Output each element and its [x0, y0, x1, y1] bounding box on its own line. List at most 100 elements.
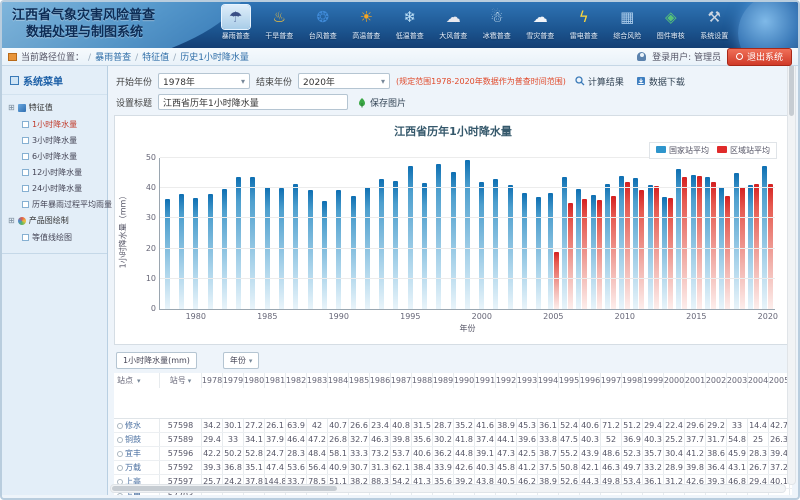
bar-国家站平均-1993[interactable]: [379, 179, 384, 309]
bar-国家站平均-2011[interactable]: [633, 178, 638, 309]
toolbar-item-图件审核[interactable]: ◈图件审核: [649, 5, 693, 41]
toolbar-item-雷电普查[interactable]: ϟ雷电普查: [562, 5, 606, 41]
bar-group-1999: [460, 158, 474, 309]
bar-group-1990: [332, 158, 346, 309]
chart-title-input[interactable]: 江西省历年1小时降水量: [158, 94, 348, 110]
bar-国家站平均-1999[interactable]: [465, 160, 470, 309]
radio-icon[interactable]: [117, 437, 123, 443]
bar-国家站平均-1996[interactable]: [422, 183, 427, 309]
bar-区域站平均-2016[interactable]: [711, 182, 716, 309]
bar-区域站平均-2005[interactable]: [554, 252, 559, 309]
bar-区域站平均-2008[interactable]: [597, 200, 602, 309]
bar-国家站平均-1988[interactable]: [308, 190, 313, 309]
tree-group-产品图绘制[interactable]: ⊞产品图绘制: [8, 212, 105, 229]
toolbar-item-大风普查[interactable]: ☁大风普查: [432, 5, 476, 41]
bar-区域站平均-2015[interactable]: [697, 176, 702, 309]
bar-国家站平均-2005[interactable]: [548, 193, 553, 309]
station-name-cell[interactable]: 万载: [114, 461, 160, 474]
bar-国家站平均-1984[interactable]: [250, 177, 255, 309]
bar-国家站平均-1980[interactable]: [193, 198, 198, 309]
station-name-cell[interactable]: 宜丰: [114, 447, 160, 460]
column-header-id[interactable]: 站号▾: [160, 373, 202, 388]
tree-group-特征值[interactable]: ⊞特征值: [8, 99, 105, 116]
unit-selector[interactable]: 1小时降水量(mm): [116, 352, 197, 369]
start-year-select[interactable]: 1978年: [158, 73, 250, 89]
toolbar-item-系统设置[interactable]: ⚒系统设置: [693, 5, 737, 41]
horizontal-scrollbar-thumb[interactable]: [112, 486, 337, 491]
bar-区域站平均-2019[interactable]: [754, 184, 759, 309]
breadcrumb-link[interactable]: 特征值: [142, 53, 169, 63]
toolbar-item-暴雨普查[interactable]: ☂暴雨普查: [214, 5, 258, 41]
bar-国家站平均-2008[interactable]: [591, 195, 596, 309]
bar-区域站平均-2014[interactable]: [682, 177, 687, 309]
bar-国家站平均-1994[interactable]: [393, 181, 398, 309]
value-cell: 50.8: [559, 461, 580, 474]
bar-国家站平均-2000[interactable]: [479, 182, 484, 309]
bar-区域站平均-2009[interactable]: [611, 196, 616, 309]
bar-国家站平均-1979[interactable]: [179, 194, 184, 309]
station-name-cell[interactable]: 修水: [114, 419, 160, 432]
column-header-year-1978: 1978: [202, 373, 223, 388]
bar-区域站平均-2020[interactable]: [768, 184, 773, 309]
toolbar-item-综合风险[interactable]: ▦综合风险: [606, 5, 650, 41]
sidebar-item-6小时降水量[interactable]: 6小时降水量: [8, 148, 105, 164]
radio-icon[interactable]: [117, 451, 123, 457]
bar-国家站平均-2009[interactable]: [605, 184, 610, 309]
bar-国家站平均-1983[interactable]: [236, 177, 241, 309]
bar-国家站平均-2013[interactable]: [662, 197, 667, 309]
data-download-button[interactable]: 数据下载: [633, 74, 688, 89]
bar-国家站平均-2007[interactable]: [576, 189, 581, 309]
sidebar-item-等值线绘图[interactable]: 等值线绘图: [8, 229, 105, 245]
bar-国家站平均-1990[interactable]: [336, 190, 341, 309]
save-image-button[interactable]: 保存图片: [354, 95, 409, 110]
bar-区域站平均-2017[interactable]: [725, 196, 730, 309]
sidebar-item-1小时降水量[interactable]: 1小时降水量: [8, 116, 105, 132]
sidebar-item-3小时降水量[interactable]: 3小时降水量: [8, 132, 105, 148]
bar-国家站平均-1981[interactable]: [208, 194, 213, 309]
value-cell: 55.2: [559, 447, 580, 460]
bar-国家站平均-2016[interactable]: [705, 177, 710, 309]
column-header-station[interactable]: 站点▾: [114, 373, 160, 388]
bar-区域站平均-2010[interactable]: [625, 182, 630, 309]
bar-国家站平均-2014[interactable]: [676, 169, 681, 309]
sidebar-item-24小时降水量[interactable]: 24小时降水量: [8, 180, 105, 196]
toolbar-item-低温普查[interactable]: ❄低温普查: [388, 5, 432, 41]
year-filter[interactable]: 年份▾: [223, 352, 260, 369]
station-name-cell[interactable]: 铜鼓: [114, 433, 160, 446]
breadcrumb-link[interactable]: 历史1小时降水量: [180, 53, 249, 63]
toolbar-item-台风普查[interactable]: ❂台风普查: [301, 5, 345, 41]
breadcrumb-link[interactable]: 暴雨普查: [95, 53, 131, 63]
bar-区域站平均-2006[interactable]: [568, 203, 573, 309]
expand-icon: ⊞: [8, 103, 15, 112]
toolbar-item-雪灾普查[interactable]: ☁雪灾普查: [519, 5, 563, 41]
toolbar-item-干旱普查[interactable]: ♨干旱普查: [258, 5, 302, 41]
sidebar-item-12小时降水量[interactable]: 12小时降水量: [8, 164, 105, 180]
radio-icon[interactable]: [117, 465, 123, 471]
bar-区域站平均-2011[interactable]: [639, 190, 644, 309]
bar-国家站平均-2004[interactable]: [536, 197, 541, 309]
toolbar-item-高温普查[interactable]: ☀高温普查: [345, 5, 389, 41]
bar-国家站平均-1997[interactable]: [436, 164, 441, 309]
value-cell: 45.8: [496, 461, 517, 474]
value-cell: 33.2: [643, 461, 664, 474]
bar-国家站平均-2018[interactable]: [734, 173, 739, 309]
bar-国家站平均-1982[interactable]: [222, 189, 227, 309]
bar-国家站平均-2001[interactable]: [493, 179, 498, 309]
bar-国家站平均-1998[interactable]: [451, 172, 456, 309]
horizontal-scrollbar[interactable]: [110, 484, 786, 493]
bar-区域站平均-2013[interactable]: [668, 198, 673, 309]
sidebar-item-历年暴雨过程平均雨量[interactable]: 历年暴雨过程平均雨量: [8, 196, 105, 212]
toolbar-item-冰雹普查[interactable]: ☃冰雹普查: [475, 5, 519, 41]
bar-国家站平均-2015[interactable]: [691, 175, 696, 309]
radio-icon[interactable]: [117, 423, 123, 429]
end-year-select[interactable]: 2020年: [298, 73, 390, 89]
calc-result-button[interactable]: 计算结果: [572, 74, 627, 89]
bar-国家站平均-1991[interactable]: [351, 196, 356, 309]
bar-国家站平均-1978[interactable]: [165, 199, 170, 309]
bar-国家站平均-2010[interactable]: [619, 176, 624, 309]
bar-国家站平均-2006[interactable]: [562, 177, 567, 309]
logout-button[interactable]: 退出系统: [727, 48, 792, 66]
bar-国家站平均-2003[interactable]: [522, 193, 527, 309]
vertical-scrollbar[interactable]: [787, 50, 796, 485]
bar-区域站平均-2007[interactable]: [582, 199, 587, 309]
